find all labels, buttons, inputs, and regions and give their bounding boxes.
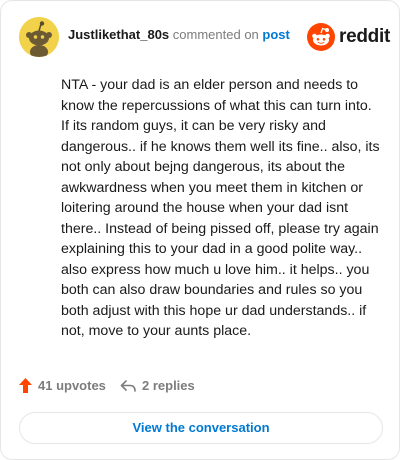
reddit-logo-icon xyxy=(307,23,335,51)
username-link[interactable]: Justlikethat_80s xyxy=(68,27,169,42)
snoo-avatar-icon xyxy=(19,17,59,57)
comment-meta: Justlikethat_80s commented on post xyxy=(68,27,290,43)
comment-header: Justlikethat_80s commented on post reddi… xyxy=(19,17,390,57)
replies-button[interactable]: 2 replies xyxy=(120,378,195,393)
comment-body: NTA - your dad is an elder person and ne… xyxy=(61,77,384,339)
comment-actions: 41 upvotes 2 replies xyxy=(19,378,319,398)
embedded-comment-card: Justlikethat_80s commented on post reddi… xyxy=(0,0,400,460)
user-avatar[interactable] xyxy=(19,17,59,57)
view-conversation-button[interactable]: View the conversation xyxy=(19,412,383,444)
post-link[interactable]: post xyxy=(262,27,289,42)
upvote-button[interactable]: 41 upvotes xyxy=(19,378,106,393)
action-text: commented on xyxy=(172,27,259,42)
upvote-count: 41 upvotes xyxy=(38,378,106,393)
reddit-wordmark: reddit xyxy=(339,26,390,47)
upvote-arrow-icon xyxy=(19,378,32,393)
reply-count: 2 replies xyxy=(142,378,195,393)
reddit-logo[interactable]: reddit xyxy=(307,21,390,53)
reply-arrow-icon xyxy=(120,379,136,392)
